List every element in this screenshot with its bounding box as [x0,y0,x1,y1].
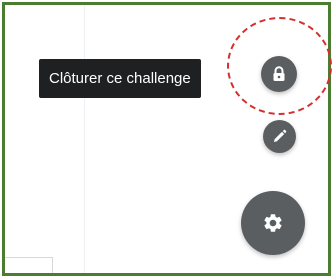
table-cell [5,257,53,273]
gear-icon [262,212,284,234]
screenshot-frame: Clôturer ce challenge [2,2,332,276]
settings-button[interactable] [241,191,305,255]
pencil-icon [272,129,287,144]
lock-icon [272,66,286,82]
close-challenge-button[interactable] [261,56,297,92]
left-panel [5,5,85,273]
tooltip-text: Clôturer ce challenge [49,70,191,87]
edit-button[interactable] [263,120,296,153]
close-challenge-tooltip: Clôturer ce challenge [39,59,201,98]
